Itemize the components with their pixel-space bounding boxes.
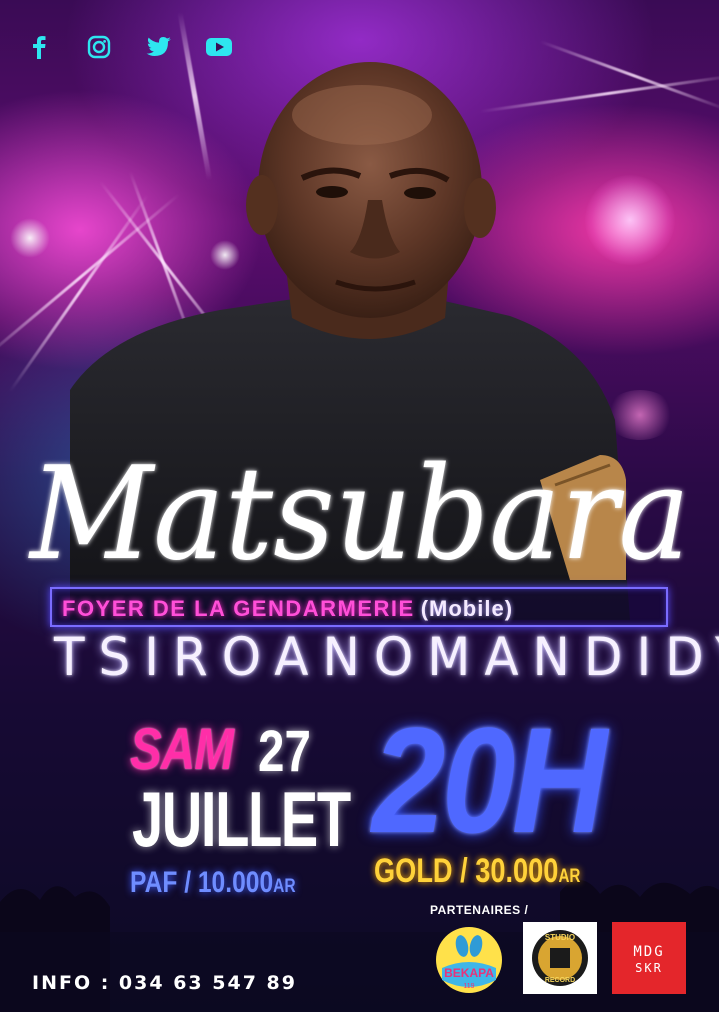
mdg-logo: MDG SKR [612,922,686,994]
instagram-icon[interactable] [86,34,112,60]
light-orb [10,218,50,258]
info-phone: INFO : 034 63 547 89 [32,972,297,994]
partners-label: PARTENAIRES / [430,903,529,917]
studio-logo: STUDIO RECORD [523,922,597,994]
event-time: 20H [372,696,607,864]
youtube-icon[interactable] [206,34,232,60]
mdg-line1: MDG [633,944,664,960]
bekapa-logo: BEKAPA 119 [436,927,502,993]
studio-bottom: RECORD [545,977,575,984]
twitter-icon[interactable] [146,34,172,60]
mdg-line2: SKR [635,961,663,975]
paf-price-unit: AR [273,876,296,897]
gold-price: GOLD / 30.000AR [374,852,580,891]
town-name: TSIROANOMANDIDY [54,626,719,688]
venue-suffix: (Mobile) [420,596,514,621]
facebook-icon[interactable] [26,34,52,60]
venue-name: FOYER DE LA GENDARMERIE (Mobile) [62,596,513,622]
gold-price-label: GOLD / 30.000 [374,852,559,890]
gold-price-unit: AR [558,866,581,887]
studio-top: STUDIO [545,933,575,942]
artist-name-text: Matsubara [28,440,690,589]
social-links [26,34,232,60]
venue-label: FOYER DE LA GENDARMERIE [62,596,415,621]
event-month: JUILLET [132,775,351,863]
paf-price: PAF / 10.000AR [130,866,296,900]
bekapa-name: BEKAPA [444,966,494,980]
event-poster: Matsubara FOYER DE LA GENDARMERIE (Mobile… [0,0,719,1012]
bekapa-sub: 119 [463,983,474,990]
paf-price-label: PAF / 10.000 [130,866,274,899]
event-day: SAM [130,717,234,782]
